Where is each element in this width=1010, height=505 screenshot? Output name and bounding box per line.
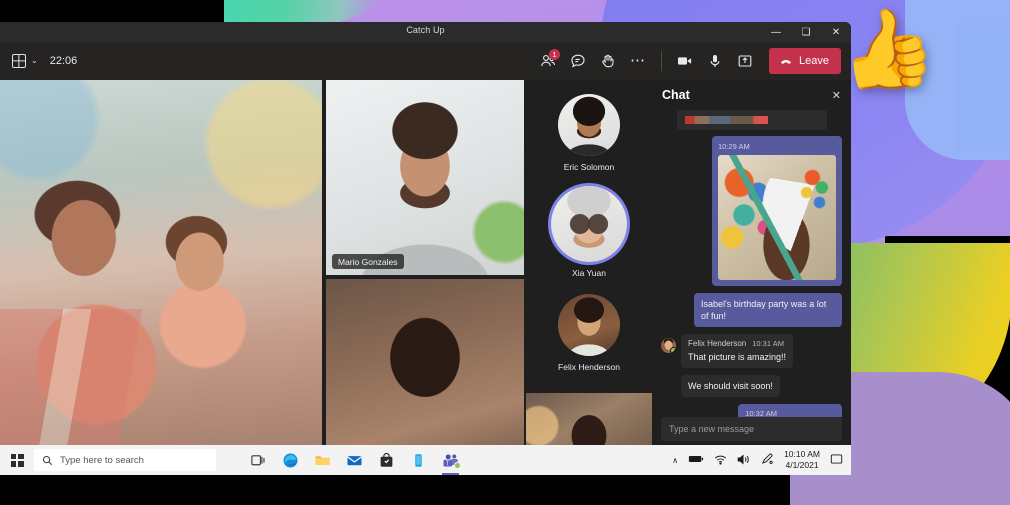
video-stage: Ashley Gonzales Mario Gonzales ✋ <box>0 80 851 475</box>
roster-name-label: Felix Henderson <box>558 362 620 372</box>
teams-meeting-window: Catch Up — ❑ ✕ ⌄ 22:06 1 ⋯ Leave Mario G… <box>0 22 851 475</box>
wifi-icon[interactable] <box>714 454 727 467</box>
list-item <box>676 110 827 130</box>
window-title: Catch Up <box>406 25 445 35</box>
chat-bubble: We should visit soon! <box>681 375 780 398</box>
leave-button-label: Leave <box>799 55 829 67</box>
search-icon <box>42 455 53 465</box>
maximize-button[interactable]: ❑ <box>791 22 821 42</box>
clock[interactable]: 10:10 AM 4/1/2021 <box>784 449 820 470</box>
message-text: That picture is amazing!! <box>688 352 787 363</box>
edge-icon[interactable] <box>282 452 299 469</box>
roster-item-felix-henderson[interactable]: Felix Henderson <box>526 294 652 372</box>
notification-icon[interactable] <box>830 453 843 467</box>
avatar <box>661 338 676 354</box>
message-text: We should visit soon! <box>688 381 773 392</box>
chat-panel: Chat ✕ 10:29 AM Isabel's birthday party … <box>652 80 851 475</box>
list-item: Isabel's birthday party was a lot of fun… <box>661 293 842 328</box>
list-item: 10:32 AM You absolutely should! <box>661 404 842 417</box>
chat-button[interactable] <box>564 47 592 75</box>
list-item: Felix Henderson 10:31 AM That picture is… <box>661 334 842 369</box>
chat-bubble: 10:32 AM You absolutely should! <box>738 404 842 417</box>
tray-chevron-icon[interactable]: ∧ <box>672 456 678 465</box>
message-timestamp: 10:32 AM <box>745 409 777 417</box>
active-app-indicator <box>442 472 459 475</box>
message-text: Isabel's birthday party was a lot of fun… <box>701 299 827 322</box>
message-author: Felix Henderson <box>688 339 747 349</box>
mail-icon[interactable] <box>346 452 363 469</box>
avatar <box>558 94 620 156</box>
store-icon[interactable] <box>378 452 395 469</box>
layout-switcher[interactable]: ⌄ <box>12 54 38 68</box>
meeting-controls: 1 ⋯ Leave <box>534 42 841 80</box>
avatar <box>551 186 627 262</box>
presence-available-badge <box>670 347 676 354</box>
chat-bubble: Isabel's birthday party was a lot of fun… <box>694 293 842 328</box>
chat-title: Chat <box>662 88 690 102</box>
chevron-down-icon: ⌄ <box>31 56 38 65</box>
phone-link-icon[interactable] <box>410 452 427 469</box>
message-header: Felix Henderson 10:31 AM <box>688 339 786 350</box>
battery-icon[interactable] <box>688 454 704 466</box>
participant-roster: Eric Solomon Xia Yuan Felix Henderson <box>526 80 652 475</box>
people-button[interactable]: 1 <box>534 47 562 75</box>
message-input[interactable]: Type a new message <box>661 417 842 441</box>
list-item: 10:29 AM <box>661 136 842 287</box>
pen-icon[interactable] <box>761 453 774 467</box>
tile-name-label: Mario Gonzales <box>338 256 398 267</box>
windows-logo-icon <box>10 453 24 467</box>
search-box[interactable]: Type here to search <box>34 449 216 471</box>
thumbs-up-reaction: 👍 <box>832 0 941 100</box>
chat-bubble: Felix Henderson 10:31 AM That picture is… <box>681 334 794 369</box>
start-button[interactable] <box>0 453 34 467</box>
taskbar-apps: T <box>250 452 461 475</box>
roster-item-eric-solomon[interactable]: Eric Solomon <box>526 94 652 172</box>
chat-bubble: 10:29 AM <box>712 136 842 287</box>
presence-available-badge <box>454 461 461 469</box>
camera-button[interactable] <box>671 47 699 75</box>
close-icon[interactable]: ✕ <box>832 89 841 102</box>
clock-time: 10:10 AM <box>784 449 820 460</box>
microphone-button[interactable] <box>701 47 729 75</box>
search-placeholder: Type here to search <box>60 454 144 466</box>
minimize-button[interactable]: — <box>761 22 791 42</box>
svg-text:T: T <box>446 461 450 467</box>
meeting-timer: 22:06 <box>49 55 78 67</box>
message-timestamp: 10:29 AM <box>718 142 750 151</box>
system-tray: ∧ 10:10 AM 4/1/2021 <box>672 449 843 470</box>
video-tile-ashley-gonzales[interactable]: Ashley Gonzales <box>0 80 322 475</box>
meeting-toolbar: ⌄ 22:06 1 ⋯ Leave <box>0 42 851 80</box>
raise-hand-button[interactable] <box>594 47 622 75</box>
chat-message-list[interactable]: 10:29 AM Isabel's birthday party was a l… <box>652 110 851 417</box>
roster-name-label: Eric Solomon <box>563 162 615 172</box>
windows-taskbar: Type here to search T ∧ 10:10 AM 4/1/202… <box>0 445 851 475</box>
people-count-badge: 1 <box>549 49 561 60</box>
roster-item-xia-yuan[interactable]: Xia Yuan <box>526 186 652 278</box>
tile-name-chip: Mario Gonzales <box>332 254 404 269</box>
message-timestamp: 10:31 AM <box>752 339 784 349</box>
message-image[interactable] <box>718 155 836 281</box>
file-explorer-icon[interactable] <box>314 452 331 469</box>
more-actions-button[interactable]: ⋯ <box>624 47 652 75</box>
title-bar: Catch Up — ❑ ✕ <box>0 22 851 42</box>
avatar <box>558 294 620 356</box>
list-item: We should visit soon! <box>661 375 842 398</box>
volume-icon[interactable] <box>737 454 751 467</box>
leave-button[interactable]: Leave <box>769 48 841 74</box>
background-blob-blue-square <box>955 22 1010 152</box>
task-view-icon[interactable] <box>250 452 267 469</box>
clock-date: 4/1/2021 <box>785 460 819 470</box>
teams-icon[interactable]: T <box>442 452 461 475</box>
chat-header: Chat ✕ <box>652 80 851 110</box>
roster-name-label: Xia Yuan <box>572 268 606 278</box>
grid-layout-icon <box>12 54 26 68</box>
toolbar-divider <box>661 51 663 71</box>
screen: Catch Up — ❑ ✕ ⌄ 22:06 1 ⋯ Leave Mario G… <box>0 0 1010 505</box>
video-tile-mario-gonzales[interactable]: Mario Gonzales <box>326 80 524 275</box>
share-content-button[interactable] <box>731 47 759 75</box>
